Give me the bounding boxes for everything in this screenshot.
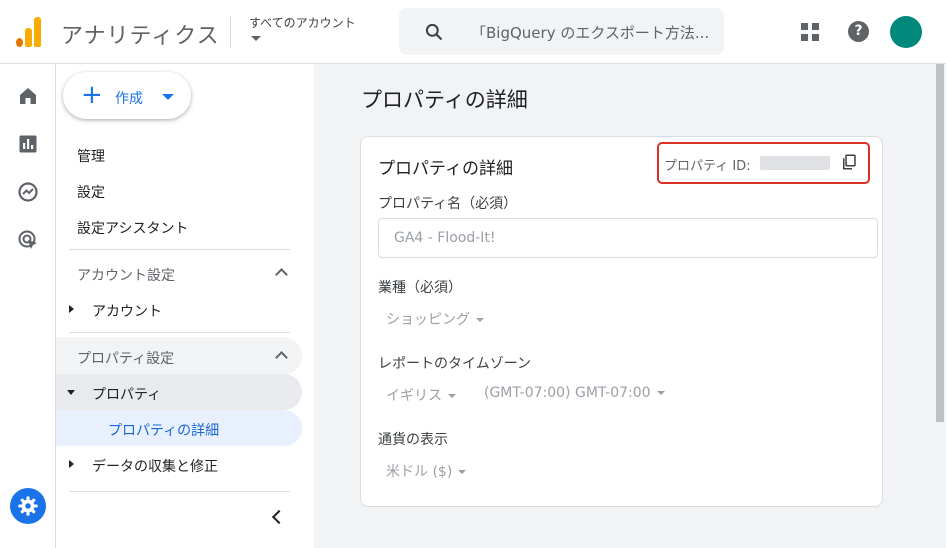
help-icon[interactable]: ? bbox=[848, 21, 869, 42]
property-name-value: GA4 - Flood-It! bbox=[394, 230, 496, 246]
account-selector-label[interactable]: すべてのアカウント bbox=[249, 14, 356, 31]
sidebar-item-data-collection[interactable]: データの収集と修正 bbox=[92, 456, 218, 476]
dropdown-caret-icon bbox=[656, 391, 665, 395]
sidebar-divider bbox=[69, 249, 290, 250]
timezone-value: (GMT-07:00) GMT-07:00 bbox=[484, 385, 651, 401]
explore-icon[interactable] bbox=[16, 180, 40, 204]
industry-value: ショッピング bbox=[386, 312, 470, 328]
sidebar-item-setup-assistant[interactable]: 設定アシスタント bbox=[77, 218, 188, 238]
currency-value: 米ドル ($) bbox=[386, 464, 453, 480]
sidebar-item-settings[interactable]: 設定 bbox=[77, 182, 105, 202]
property-id-highlight: プロパティ ID: bbox=[657, 142, 870, 184]
header-divider bbox=[230, 16, 231, 48]
section-property-settings[interactable]: プロパティ設定 bbox=[77, 348, 174, 368]
advertising-icon[interactable] bbox=[16, 228, 40, 252]
currency-label: 通貨の表示 bbox=[378, 432, 448, 448]
admin-settings-button[interactable] bbox=[10, 488, 46, 524]
home-icon[interactable] bbox=[16, 84, 40, 108]
sidebar-item-account[interactable]: アカウント bbox=[92, 301, 162, 321]
search-bar[interactable]: 「BigQuery のエクスポート方法... bbox=[399, 8, 724, 55]
card-title: プロパティの詳細 bbox=[378, 159, 513, 179]
plus-icon: + bbox=[81, 80, 103, 110]
timezone-select[interactable]: (GMT-07:00) GMT-07:00 bbox=[484, 385, 665, 401]
expand-arrow-icon[interactable] bbox=[69, 460, 74, 468]
sidebar-item-admin[interactable]: 管理 bbox=[77, 146, 105, 166]
create-dropdown-caret-icon bbox=[162, 94, 174, 100]
property-id-redacted bbox=[760, 156, 830, 170]
industry-label: 業種（必須） bbox=[378, 280, 462, 296]
analytics-logo-icon[interactable] bbox=[16, 17, 42, 47]
property-id-label: プロパティ ID: bbox=[664, 159, 751, 174]
property-name-input[interactable]: GA4 - Flood-It! bbox=[378, 218, 878, 258]
dropdown-caret-icon bbox=[448, 394, 456, 398]
sidebar-divider bbox=[69, 332, 290, 333]
dropdown-caret-icon bbox=[458, 470, 467, 474]
reports-icon[interactable] bbox=[16, 132, 40, 156]
section-account-settings[interactable]: アカウント設定 bbox=[77, 265, 175, 285]
account-avatar[interactable] bbox=[890, 16, 922, 48]
property-name-label: プロパティ名（必須） bbox=[378, 196, 518, 212]
search-query-text[interactable]: 「BigQuery のエクスポート方法... bbox=[471, 22, 709, 43]
page-scrollbar[interactable] bbox=[934, 64, 946, 548]
page-title: プロパティの詳細 bbox=[361, 88, 528, 112]
industry-select[interactable]: ショッピング bbox=[386, 309, 484, 329]
gear-icon bbox=[18, 496, 38, 516]
expand-arrow-icon[interactable] bbox=[69, 305, 74, 313]
apps-grid-icon[interactable] bbox=[801, 23, 819, 41]
create-label: 作成 bbox=[115, 91, 143, 107]
top-app-bar: アナリティクス すべてのアカウント 「BigQuery のエクスポート方法...… bbox=[0, 0, 946, 64]
sidebar-divider bbox=[69, 491, 290, 492]
collapse-chevron-up-icon[interactable] bbox=[275, 268, 288, 281]
search-icon bbox=[425, 23, 443, 41]
timezone-country-select[interactable]: イギリス bbox=[386, 385, 456, 405]
dropdown-caret-icon bbox=[476, 318, 484, 322]
create-button[interactable]: + 作成 bbox=[63, 72, 191, 119]
navigation-rail bbox=[0, 64, 56, 548]
sidebar-item-property-details[interactable]: プロパティの詳細 bbox=[108, 420, 219, 440]
timezone-country-value: イギリス bbox=[386, 388, 442, 404]
property-details-card: プロパティの詳細 プロパティ ID: プロパティ名（必須） GA4 - Floo… bbox=[360, 136, 883, 507]
collapse-sidebar-chevron-icon[interactable] bbox=[271, 509, 287, 525]
collapse-arrow-icon[interactable] bbox=[67, 390, 75, 395]
admin-sidebar: + 作成 管理 設定 設定アシスタント アカウント設定 アカウント プロパティ設… bbox=[56, 64, 314, 548]
scrollbar-thumb[interactable] bbox=[936, 64, 944, 422]
sidebar-item-property[interactable]: プロパティ bbox=[92, 384, 161, 404]
currency-select[interactable]: 米ドル ($) bbox=[386, 461, 467, 481]
copy-icon[interactable] bbox=[840, 153, 858, 171]
timezone-label: レポートのタイムゾーン bbox=[378, 356, 532, 372]
account-dropdown-caret-icon[interactable] bbox=[251, 36, 261, 41]
app-title: アナリティクス bbox=[61, 24, 220, 49]
